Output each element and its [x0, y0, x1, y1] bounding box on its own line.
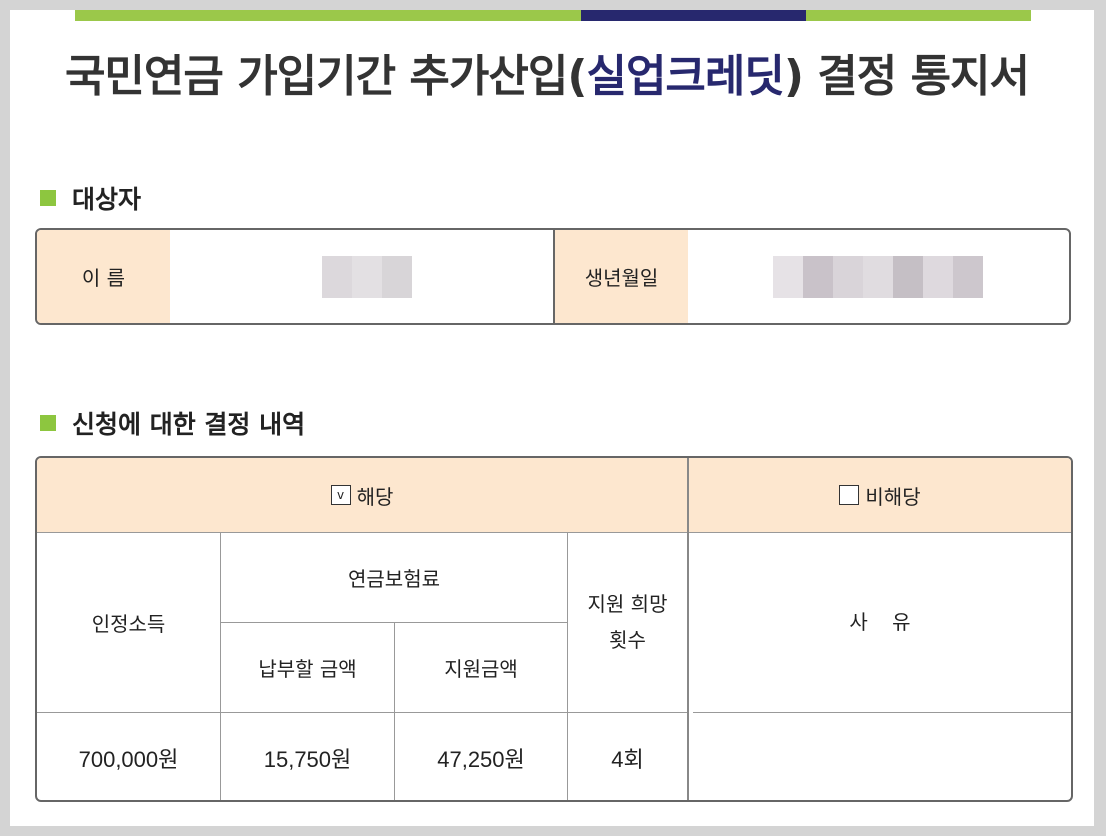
not-applicable-option: 비해당: [689, 458, 1071, 532]
applicable-option: v 해당: [37, 458, 687, 532]
count-value: 4회: [611, 746, 644, 772]
bullet-square-icon: [40, 190, 56, 206]
payable-header: 납부할 금액: [258, 657, 357, 681]
income-value: 700,000원: [78, 746, 179, 772]
document-title: 국민연금 가입기간 추가산입(실업크레딧) 결정 통지서: [0, 40, 1094, 104]
checkbox-unchecked-icon: [839, 485, 860, 505]
wish-count-header-line2: 횟수: [609, 628, 646, 652]
top-bar-green-right: [806, 10, 1031, 21]
decision-table: v 해당 비해당 인정소득 연금보험료 납부할 금액 지원금액 지원 희망 횟수…: [35, 456, 1073, 802]
top-bar-green-left: [75, 10, 581, 21]
top-bar-navy: [581, 10, 806, 21]
reason-header: 사 유: [849, 610, 911, 634]
support-value: 47,250원: [437, 746, 525, 772]
checkbox-checked-icon: v: [330, 485, 351, 505]
payable-value: 15,750원: [263, 746, 352, 772]
income-header: 인정소득: [91, 611, 166, 636]
title-highlight: 실업크레딧: [586, 51, 784, 102]
title-main: 국민연금 가입기간 추가산입(: [64, 51, 588, 102]
section-heading-text: 대상자: [72, 185, 142, 214]
name-value-redacted: [322, 256, 412, 302]
wish-count-header: 지원 희망 횟수: [568, 532, 687, 712]
premium-header: 연금보험료: [348, 566, 440, 591]
support-header: 지원금액: [444, 657, 518, 681]
wish-count-header-line1: 지원 희망: [587, 592, 668, 616]
reason-value: [689, 713, 1071, 800]
section-heading-target: 대상자: [40, 180, 141, 216]
section-heading-decision: 신청에 대한 결정 내역: [40, 405, 305, 441]
birthdate-value-redacted: [773, 256, 983, 302]
bullet-square-icon: [40, 415, 56, 431]
section-heading-text: 신청에 대한 결정 내역: [72, 410, 306, 439]
name-label: 이 름: [37, 230, 170, 323]
birthdate-label: 생년월일: [555, 230, 688, 323]
not-applicable-label: 비해당: [865, 484, 921, 509]
target-person-box: 이 름 생년월일: [35, 228, 1071, 325]
title-suffix: ) 결정 통지서: [783, 51, 1030, 102]
applicable-label: 해당: [356, 484, 394, 509]
